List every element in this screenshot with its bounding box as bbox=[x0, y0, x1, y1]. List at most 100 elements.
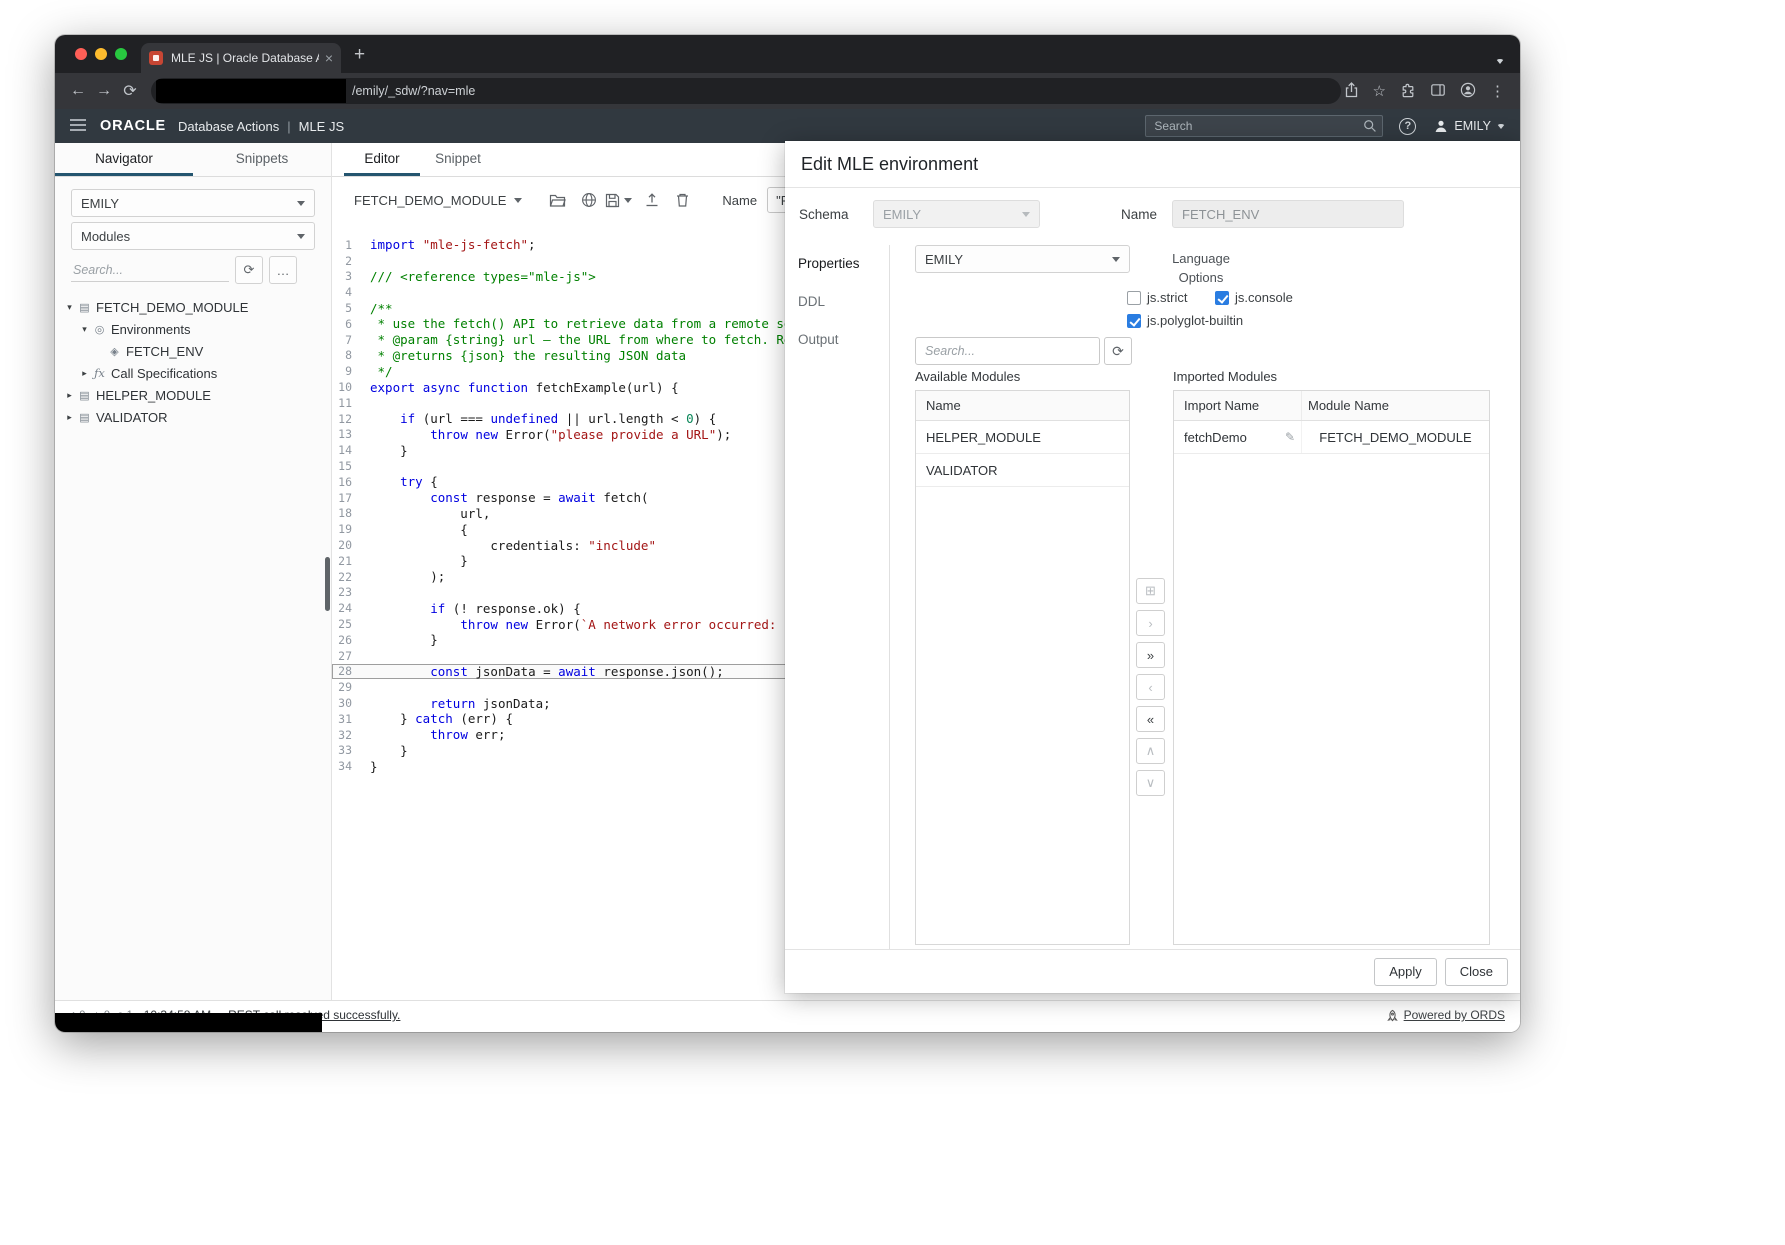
powered-by-ords-link[interactable]: Powered by ORDS bbox=[1386, 1008, 1505, 1022]
hamburger-menu-button[interactable] bbox=[70, 119, 86, 134]
move-right-button[interactable]: › bbox=[1136, 610, 1165, 636]
chevron-down-icon bbox=[297, 201, 305, 206]
line-number: 30 bbox=[332, 696, 370, 710]
schema-select[interactable]: EMILY bbox=[71, 189, 315, 217]
save-options-button[interactable] bbox=[620, 198, 636, 203]
tree-item[interactable]: ▸ƒxCall Specifications bbox=[55, 362, 331, 384]
tree-item[interactable]: ▾▤FETCH_DEMO_MODULE bbox=[55, 296, 331, 318]
address-bar[interactable]: /emily/_sdw/?nav=mle bbox=[151, 78, 1341, 104]
tree-expand-arrow[interactable]: ▸ bbox=[78, 368, 91, 379]
import-name-column[interactable]: Import Name bbox=[1174, 391, 1301, 420]
delete-button[interactable] bbox=[667, 192, 698, 208]
save-button[interactable] bbox=[604, 193, 620, 208]
product-name[interactable]: Database Actions bbox=[178, 119, 279, 134]
checkbox-icon[interactable] bbox=[1127, 291, 1141, 305]
imported-module-row[interactable]: fetchDemo✎FETCH_DEMO_MODULE bbox=[1174, 421, 1489, 454]
move-up-button[interactable]: ∧ bbox=[1136, 738, 1165, 764]
language-option[interactable]: js.console bbox=[1215, 290, 1293, 305]
available-module-row[interactable]: HELPER_MODULE bbox=[916, 421, 1129, 454]
module-name-column[interactable]: Module Name bbox=[1301, 391, 1489, 420]
tree-expand-arrow[interactable]: ▸ bbox=[63, 412, 76, 423]
tab-ddl[interactable]: DDL bbox=[785, 283, 889, 321]
extensions-button[interactable] bbox=[1400, 82, 1416, 101]
forward-button[interactable]: → bbox=[91, 82, 117, 100]
chevron-down-icon bbox=[1112, 257, 1120, 262]
user-menu[interactable]: EMILY bbox=[1434, 119, 1505, 133]
tab-output[interactable]: Output bbox=[785, 321, 889, 359]
environment-schema-select[interactable]: EMILY bbox=[915, 245, 1130, 273]
line-number: 31 bbox=[332, 712, 370, 726]
zoom-window-button[interactable] bbox=[115, 48, 127, 60]
line-number: 7 bbox=[332, 333, 370, 347]
language-option[interactable]: js.strict bbox=[1127, 290, 1187, 305]
module-select[interactable]: FETCH_DEMO_MODULE bbox=[354, 193, 522, 208]
tree-item[interactable]: ▸▤HELPER_MODULE bbox=[55, 384, 331, 406]
reload-button[interactable]: ⟳ bbox=[117, 81, 143, 101]
line-number: 22 bbox=[332, 570, 370, 584]
move-all-left-button[interactable]: « bbox=[1136, 706, 1165, 732]
side-panel-button[interactable] bbox=[1430, 82, 1446, 101]
sidebar-search-input[interactable] bbox=[71, 259, 229, 282]
tree-item-label: FETCH_ENV bbox=[126, 344, 203, 359]
tree-item[interactable]: ◈FETCH_ENV bbox=[55, 340, 331, 362]
checkbox-icon[interactable] bbox=[1215, 291, 1229, 305]
close-window-button[interactable] bbox=[75, 48, 87, 60]
dialog-tab-list: Properties DDL Output bbox=[785, 245, 890, 949]
open-file-button[interactable] bbox=[542, 193, 573, 208]
tab-properties[interactable]: Properties bbox=[785, 245, 889, 283]
share-button[interactable] bbox=[1344, 82, 1359, 101]
move-all-right-button[interactable]: » bbox=[1136, 642, 1165, 668]
browser-menu-button[interactable]: ⋮ bbox=[1490, 84, 1505, 99]
back-button[interactable]: ← bbox=[65, 82, 91, 100]
bookmark-button[interactable]: ☆ bbox=[1373, 84, 1386, 99]
tree-expand-arrow[interactable]: ▾ bbox=[78, 324, 91, 335]
tree-expand-arrow[interactable]: ▸ bbox=[63, 390, 76, 401]
tab-search-button[interactable] bbox=[1496, 51, 1504, 69]
browser-tab[interactable]: MLE JS | Oracle Database Acti × bbox=[141, 43, 341, 73]
tab-snippets[interactable]: Snippets bbox=[193, 143, 331, 176]
chevron-down-icon bbox=[624, 198, 632, 203]
more-actions-button[interactable]: … bbox=[269, 256, 297, 284]
object-type-select[interactable]: Modules bbox=[71, 222, 315, 250]
available-module-row[interactable]: VALIDATOR bbox=[916, 454, 1129, 487]
line-number: 21 bbox=[332, 554, 370, 568]
sidebar-scrollbar[interactable] bbox=[325, 557, 330, 611]
global-search-input[interactable] bbox=[1145, 115, 1383, 137]
tab-navigator[interactable]: Navigator bbox=[55, 143, 193, 176]
tree-item[interactable]: ▾◎Environments bbox=[55, 318, 331, 340]
environments-icon: ◎ bbox=[91, 323, 108, 336]
properties-pane: EMILY Language Options js.strictjs.conso… bbox=[890, 245, 1520, 949]
dialog-schema-select[interactable]: EMILY bbox=[873, 200, 1040, 228]
language-option[interactable]: js.polyglot-builtin bbox=[1127, 313, 1243, 328]
close-button[interactable]: Close bbox=[1445, 958, 1508, 986]
tab-editor[interactable]: Editor bbox=[344, 143, 420, 176]
tab-snippet[interactable]: Snippet bbox=[420, 143, 496, 176]
web-export-button[interactable] bbox=[573, 192, 604, 208]
new-tab-button[interactable]: + bbox=[354, 45, 365, 64]
module-select-value: FETCH_DEMO_MODULE bbox=[354, 193, 506, 208]
edit-mle-environment-dialog: Edit MLE environment Schema EMILY Name P… bbox=[785, 141, 1520, 993]
tree-expand-arrow[interactable]: ▾ bbox=[63, 302, 76, 313]
move-down-button[interactable]: ∨ bbox=[1136, 770, 1165, 796]
modules-refresh-button[interactable]: ⟳ bbox=[1104, 337, 1132, 365]
puzzle-icon bbox=[1400, 82, 1416, 98]
available-modules-header[interactable]: Name bbox=[916, 391, 1129, 421]
transfer-options-button[interactable]: ⊞ bbox=[1136, 578, 1165, 604]
refresh-button[interactable]: ⟳ bbox=[235, 256, 263, 284]
minimize-window-button[interactable] bbox=[95, 48, 107, 60]
checkbox-icon[interactable] bbox=[1127, 314, 1141, 328]
help-button[interactable]: ? bbox=[1399, 118, 1416, 135]
environment-name-input[interactable] bbox=[1172, 200, 1404, 228]
edit-icon[interactable]: ✎ bbox=[1285, 421, 1295, 454]
apply-button[interactable]: Apply bbox=[1374, 958, 1437, 986]
tree-item[interactable]: ▸▤VALIDATOR bbox=[55, 406, 331, 428]
profile-button[interactable] bbox=[1460, 82, 1476, 101]
line-number: 23 bbox=[332, 585, 370, 599]
line-number: 2 bbox=[332, 254, 370, 268]
upload-button[interactable] bbox=[636, 192, 667, 208]
modules-search-input[interactable] bbox=[915, 337, 1100, 365]
trash-icon bbox=[675, 192, 690, 208]
move-left-button[interactable]: ‹ bbox=[1136, 674, 1165, 700]
line-number: 13 bbox=[332, 427, 370, 441]
tab-close-icon[interactable]: × bbox=[325, 51, 333, 65]
